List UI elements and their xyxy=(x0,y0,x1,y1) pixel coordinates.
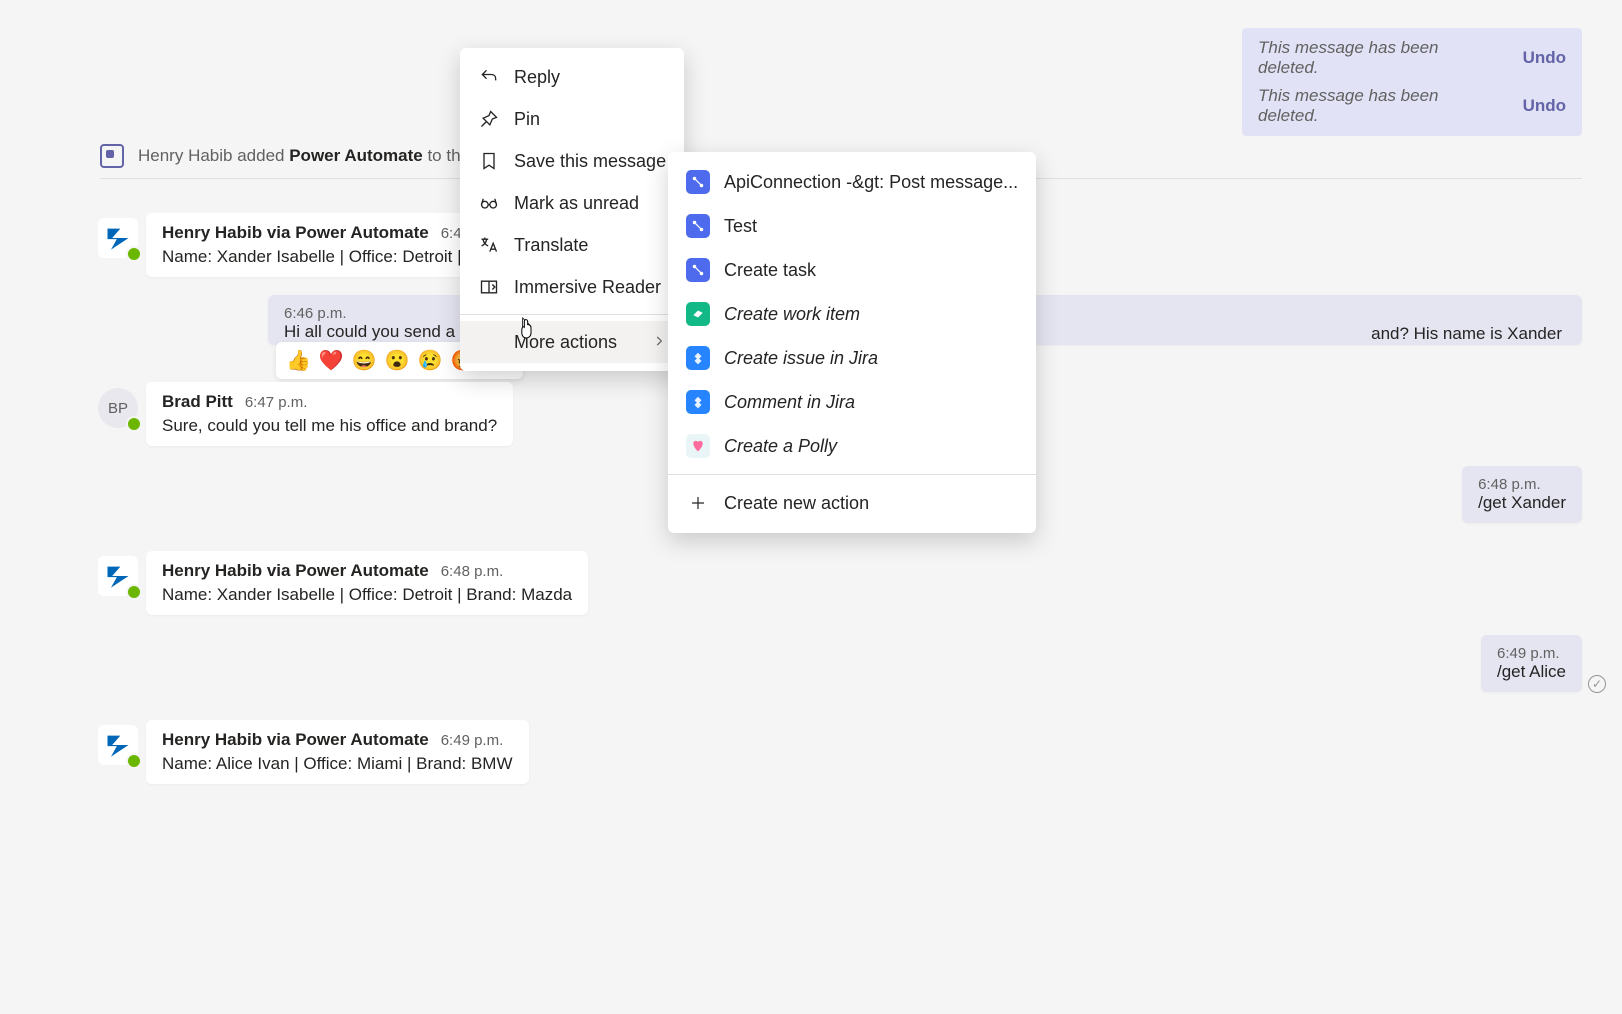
message-body: /get Alice xyxy=(1497,662,1566,682)
undo-link[interactable]: Undo xyxy=(1523,48,1566,68)
reaction-surprised[interactable]: 😮 xyxy=(385,348,410,373)
menu-more-actions[interactable]: More actions xyxy=(460,321,684,363)
menu-divider xyxy=(460,314,684,315)
message-body: Name: Xander Isabelle | Office: Detroit … xyxy=(162,585,572,605)
jira-icon xyxy=(686,390,710,414)
presence-icon xyxy=(126,584,142,600)
reader-icon xyxy=(478,276,500,298)
presence-icon xyxy=(126,753,142,769)
deleted-text: This message has been deleted. xyxy=(1258,86,1493,126)
app-icon xyxy=(100,144,124,168)
submenu-comment-jira[interactable]: Comment in Jira xyxy=(668,380,1036,424)
submenu-create-task[interactable]: Create task xyxy=(668,248,1036,292)
menu-divider xyxy=(668,474,1036,475)
message-time: 6:49 p.m. xyxy=(1497,645,1566,662)
bookmark-icon xyxy=(478,150,500,172)
undo-link[interactable]: Undo xyxy=(1523,96,1566,116)
message-sender: Brad Pitt xyxy=(162,392,233,412)
message-bubble[interactable]: Brad Pitt 6:47 p.m. Sure, could you tell… xyxy=(146,382,513,446)
presence-icon xyxy=(126,246,142,262)
menu-save[interactable]: Save this message xyxy=(460,140,684,182)
chevron-right-icon xyxy=(652,332,666,353)
deleted-text: This message has been deleted. xyxy=(1258,38,1493,78)
reply-icon xyxy=(478,66,500,88)
glasses-icon xyxy=(478,192,500,214)
message-body-tail: and? His name is Xander xyxy=(1371,324,1562,344)
presence-icon xyxy=(126,416,142,432)
system-message-text: Henry Habib added Power Automate to the … xyxy=(138,146,512,166)
message-sender: Henry Habib via Power Automate xyxy=(162,223,429,243)
message-time: 6:47 p.m. xyxy=(245,394,308,411)
message-body: /get Xander xyxy=(1478,493,1566,513)
message-bubble-mine[interactable]: 6:49 p.m. /get Alice xyxy=(1481,635,1582,692)
message-time: 6:48 p.m. xyxy=(441,563,504,580)
submenu-create-polly[interactable]: Create a Polly xyxy=(668,424,1036,468)
jira-icon xyxy=(686,346,710,370)
message-bubble[interactable]: Henry Habib via Power Automate 6:49 p.m.… xyxy=(146,720,529,784)
message-body: Name: Xander Isabelle | Office: Detroit … xyxy=(162,247,503,267)
message-body: Sure, could you tell me his office and b… xyxy=(162,416,497,436)
menu-reply[interactable]: Reply xyxy=(460,56,684,98)
message-body: Name: Alice Ivan | Office: Miami | Brand… xyxy=(162,754,513,774)
submenu-create-new-action[interactable]: Create new action xyxy=(668,481,1036,525)
bot-avatar xyxy=(98,725,138,765)
user-avatar: BP xyxy=(98,388,138,428)
flow-icon xyxy=(686,214,710,238)
translate-icon xyxy=(478,234,500,256)
bot-avatar xyxy=(98,556,138,596)
blank-icon xyxy=(478,331,500,353)
message-time: 6:48 p.m. xyxy=(1478,476,1566,493)
submenu-test[interactable]: Test xyxy=(668,204,1036,248)
reaction-thumbs-up[interactable]: 👍 xyxy=(286,348,311,373)
menu-translate[interactable]: Translate xyxy=(460,224,684,266)
pin-icon xyxy=(478,108,500,130)
chat-area: This message has been deleted. Undo This… xyxy=(0,0,1622,1014)
submenu-api-connection[interactable]: ApiConnection -&gt: Post message... xyxy=(668,160,1036,204)
submenu-create-work-item[interactable]: Create work item xyxy=(668,292,1036,336)
message-bubble-mine[interactable]: 6:48 p.m. /get Xander xyxy=(1462,466,1582,523)
context-menu: Reply Pin Save this message Mark as unre… xyxy=(460,48,684,371)
avatar-initials: BP xyxy=(108,400,128,417)
reaction-heart[interactable]: ❤️ xyxy=(319,348,344,373)
menu-immersive-reader[interactable]: Immersive Reader xyxy=(460,266,684,308)
message-sender: Henry Habib via Power Automate xyxy=(162,561,429,581)
flow-icon xyxy=(686,258,710,282)
bot-avatar xyxy=(98,218,138,258)
plus-icon xyxy=(686,491,710,515)
flow-icon xyxy=(686,170,710,194)
message-bubble[interactable]: Henry Habib via Power Automate 6:48 p.m.… xyxy=(146,551,588,615)
message-sender: Henry Habib via Power Automate xyxy=(162,730,429,750)
reaction-laugh[interactable]: 😄 xyxy=(352,348,377,373)
seen-indicator-icon xyxy=(1588,675,1606,693)
deleted-message-banner: This message has been deleted. Undo xyxy=(1242,76,1582,136)
menu-mark-unread[interactable]: Mark as unread xyxy=(460,182,684,224)
polly-icon xyxy=(686,434,710,458)
reaction-sad[interactable]: 😢 xyxy=(418,348,443,373)
more-actions-submenu: ApiConnection -&gt: Post message... Test… xyxy=(668,152,1036,533)
submenu-create-jira-issue[interactable]: Create issue in Jira xyxy=(668,336,1036,380)
menu-pin[interactable]: Pin xyxy=(460,98,684,140)
devops-icon xyxy=(686,302,710,326)
message-time: 6:49 p.m. xyxy=(441,732,504,749)
